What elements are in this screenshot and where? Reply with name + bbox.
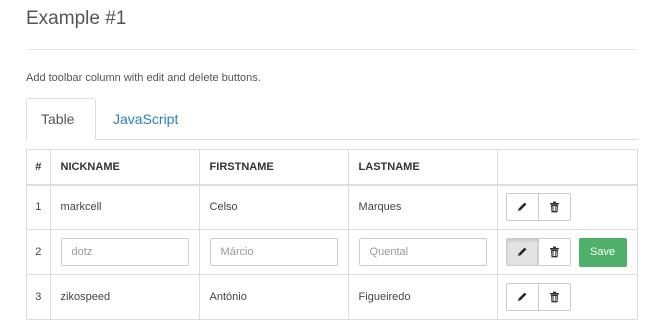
- lastname-cell: Marques: [347, 184, 498, 230]
- page-description: Add toolbar column with edit and delete …: [26, 72, 261, 84]
- edit-button[interactable]: [505, 193, 539, 222]
- actions-cell: [496, 184, 639, 230]
- nickname-cell: [49, 229, 200, 275]
- data-table: # NICKNAME FIRSTNAME LASTNAME 1 markcell…: [26, 149, 639, 320]
- delete-button[interactable]: [537, 283, 571, 311]
- row-number: 3: [26, 274, 51, 320]
- table-header-row: # NICKNAME FIRSTNAME LASTNAME: [26, 149, 639, 186]
- actions-cell: Save: [496, 229, 639, 275]
- actions-cell: [496, 274, 639, 320]
- lastname-input[interactable]: [358, 238, 487, 266]
- trash-icon: [549, 246, 559, 258]
- lastname-cell: [347, 229, 498, 275]
- tab-bar: Table JavaScript: [26, 98, 638, 140]
- lastname-cell: Figueiredo: [347, 274, 498, 320]
- trash-icon: [549, 291, 559, 303]
- firstname-cell: Celso: [198, 184, 349, 230]
- page-title: Example #1: [26, 8, 127, 29]
- row-number: 2: [26, 229, 51, 275]
- save-button[interactable]: Save: [578, 237, 627, 267]
- row-number: 1: [26, 184, 51, 230]
- delete-button[interactable]: [537, 193, 571, 222]
- tab-javascript[interactable]: JavaScript: [98, 98, 193, 139]
- nickname-cell: zikospeed: [49, 274, 200, 320]
- pencil-icon: [518, 202, 527, 212]
- column-header-actions: [496, 149, 639, 186]
- pencil-icon: [518, 247, 527, 256]
- column-header-number: #: [26, 149, 51, 186]
- firstname-cell: António: [198, 274, 349, 320]
- tab-table[interactable]: Table: [26, 98, 96, 140]
- nickname-cell: markcell: [49, 184, 200, 230]
- delete-button[interactable]: [537, 238, 571, 266]
- column-header-lastname: LASTNAME: [347, 149, 498, 186]
- table-row: 3 zikospeed António Figueiredo: [26, 274, 639, 320]
- trash-icon: [549, 201, 559, 213]
- column-header-nickname: NICKNAME: [49, 149, 200, 186]
- table-row: 1 markcell Celso Marques: [26, 184, 639, 230]
- pencil-icon: [518, 292, 527, 301]
- title-divider: [26, 49, 638, 50]
- edit-button[interactable]: [505, 283, 539, 311]
- row-action-buttons: [505, 238, 571, 266]
- row-action-buttons: [505, 283, 571, 311]
- page: Example #1 Add toolbar column with edit …: [0, 0, 660, 330]
- nickname-input[interactable]: [60, 238, 189, 266]
- table-row-editing: 2 dotz Márcio Quental Save: [26, 229, 639, 275]
- firstname-cell: [198, 229, 349, 275]
- row-action-buttons: [505, 193, 571, 222]
- column-header-firstname: FIRSTNAME: [198, 149, 349, 186]
- firstname-input[interactable]: [209, 238, 338, 266]
- edit-button-active[interactable]: [505, 238, 539, 266]
